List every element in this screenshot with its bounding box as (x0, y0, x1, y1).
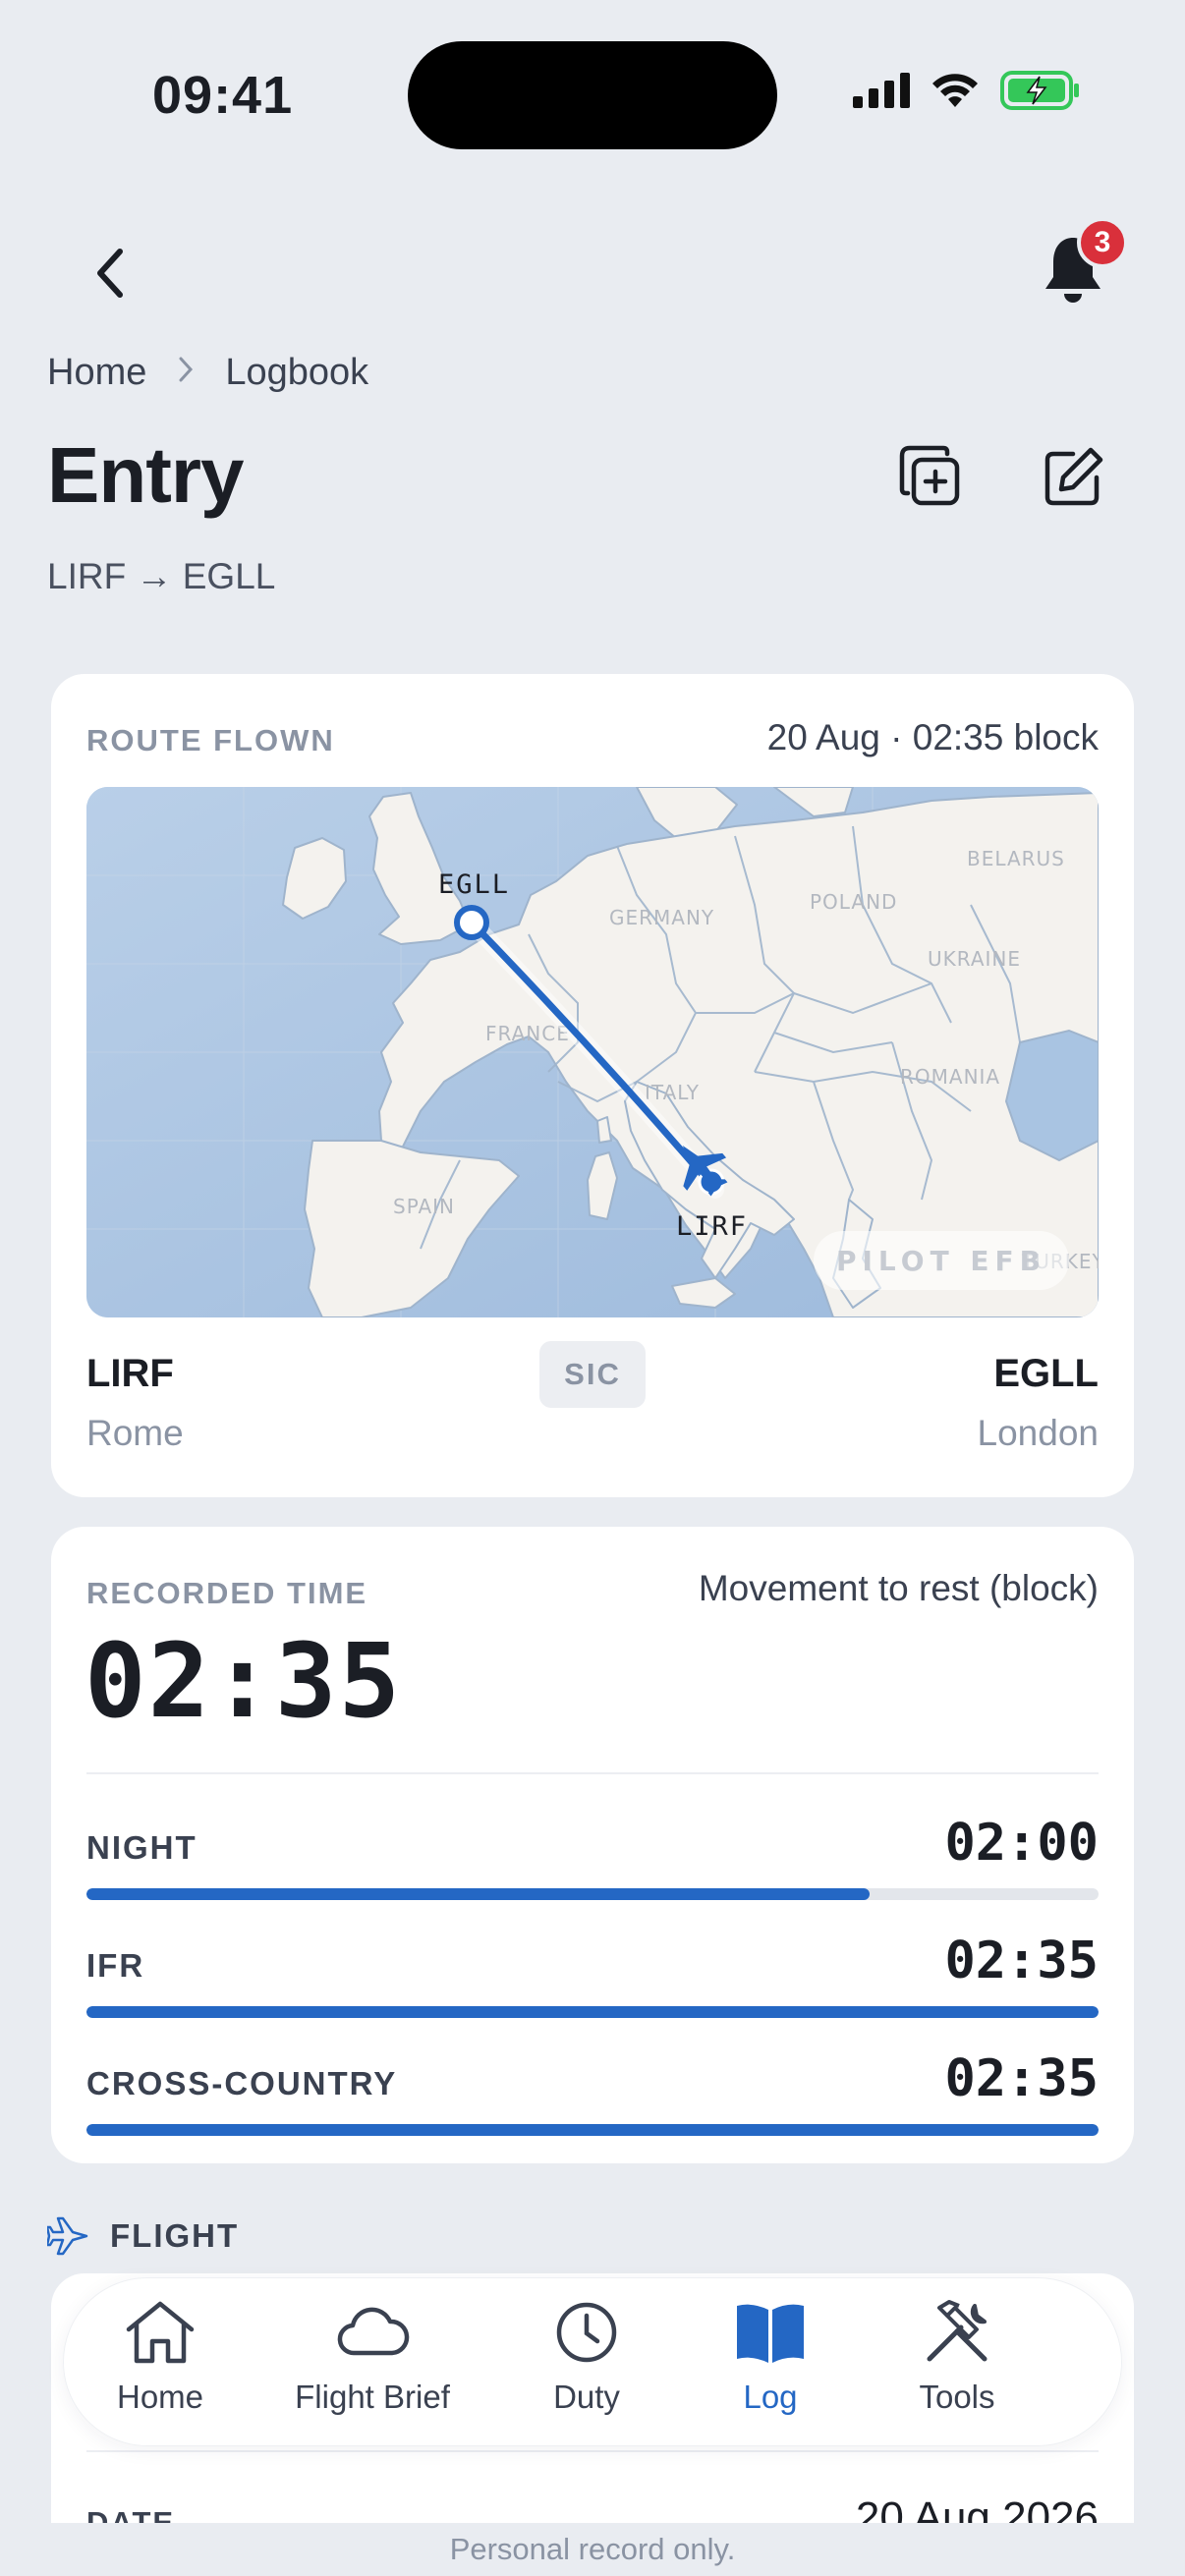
route-subtitle: LIRF → EGLL (47, 556, 276, 596)
stat-bar-fill (86, 1888, 871, 1900)
map-label-spain: SPAIN (393, 1195, 455, 1218)
edit-icon (1044, 447, 1103, 506)
duplicate-button[interactable] (898, 444, 965, 511)
destination-marker (454, 905, 489, 940)
stat-label: NIGHT (86, 1829, 198, 1866)
stat-label: IFR (86, 1947, 145, 1984)
tab-tools[interactable]: Tools (864, 2298, 1050, 2436)
tab-home[interactable]: Home (67, 2298, 254, 2436)
recorded-time-meta: Movement to rest (block) (698, 1568, 1099, 1608)
map-label-belarus: BELARUS (967, 847, 1065, 870)
time-divider (86, 1772, 1099, 1774)
total-time: 02:35 (85, 1621, 403, 1741)
signal-icon (853, 73, 910, 108)
status-bar: 09:41 (0, 0, 1185, 187)
page-title: Entry (47, 431, 244, 519)
tab-label: Duty (553, 2379, 620, 2415)
dynamic-island (408, 41, 777, 149)
route-map[interactable]: GERMANY POLAND BELARUS UKRAINE FRANCE IT… (86, 787, 1099, 1317)
map-watermark: PILOT EFB (836, 1245, 1046, 1277)
stat-value: 02:00 (944, 1814, 1099, 1873)
footer-note: Personal record only. (0, 2523, 1185, 2576)
map-label-germany: GERMANY (609, 906, 714, 929)
wifi-icon (932, 74, 978, 107)
stat-bar-track (86, 2006, 1099, 2018)
tab-label: Home (116, 2379, 204, 2415)
map-label-romania: ROMANIA (900, 1065, 1000, 1089)
stat-cross-country: CROSS-COUNTRY 02:35 (86, 2044, 1099, 2142)
tab-flight-brief[interactable]: Flight Brief (279, 2298, 466, 2436)
cloud-icon (337, 2307, 410, 2356)
tab-bar: Home Flight Brief Duty Log Tools (63, 2277, 1122, 2446)
tab-label: Flight Brief (295, 2379, 450, 2415)
plane-icon (47, 2216, 88, 2256)
breadcrumb: Home Logbook (47, 352, 368, 394)
chevron-left-icon (97, 249, 123, 298)
map-label-egll: EGLL (438, 869, 510, 900)
route-card: ROUTE FLOWN 20 Aug · 02:35 block GERMANY… (51, 674, 1134, 1497)
recorded-time-label: RECORDED TIME (86, 1576, 368, 1610)
destination-city: London (977, 1413, 1099, 1453)
home-icon (126, 2301, 195, 2364)
map-label-italy: ITALY (645, 1081, 700, 1104)
duplicate-icon (899, 445, 960, 506)
route-card-label: ROUTE FLOWN (86, 723, 335, 757)
map-label-lirf: LIRF (676, 1211, 748, 1242)
route-map-svg: GERMANY POLAND BELARUS UKRAINE FRANCE IT… (86, 787, 1099, 1317)
clock-icon (556, 2302, 617, 2363)
flight-section-header: FLIGHT (47, 2216, 239, 2256)
stat-ifr: IFR 02:35 (86, 1926, 1099, 2024)
route-card-meta: 20 Aug · 02:35 block (766, 717, 1099, 757)
status-icons (853, 71, 1081, 110)
stat-night: NIGHT 02:00 (86, 1808, 1099, 1906)
breadcrumb-logbook[interactable]: Logbook (225, 352, 368, 394)
recorded-time-card: RECORDED TIME Movement to rest (block) 0… (51, 1527, 1134, 2163)
book-icon (737, 2304, 804, 2363)
role-badge: SIC (539, 1341, 646, 1408)
chevron-right-icon (178, 354, 194, 392)
tools-icon (927, 2300, 988, 2362)
battery-icon (1000, 71, 1079, 110)
stat-bar-fill (86, 2124, 1099, 2136)
stat-value: 02:35 (944, 1932, 1099, 1990)
stat-value: 02:35 (944, 2049, 1099, 2108)
stat-bar-track (86, 1888, 1099, 1900)
stat-bar-track (86, 2124, 1099, 2136)
origin-city: Rome (86, 1413, 184, 1453)
destination-code: EGLL (993, 1352, 1099, 1395)
origin-code: LIRF (86, 1352, 174, 1395)
stat-label: CROSS-COUNTRY (86, 2065, 398, 2101)
back-button[interactable] (88, 244, 132, 303)
status-time: 09:41 (152, 66, 294, 125)
tab-duty[interactable]: Duty (493, 2298, 680, 2436)
map-label-ukraine: UKRAINE (928, 947, 1021, 971)
tab-label: Log (743, 2379, 798, 2415)
flight-section-title: FLIGHT (110, 2217, 240, 2254)
tab-log[interactable]: Log (677, 2298, 864, 2436)
stat-bar-fill (86, 2006, 1099, 2018)
flight-divider (86, 2450, 1099, 2452)
notification-badge: 3 (1077, 217, 1128, 268)
breadcrumb-home[interactable]: Home (47, 352, 146, 394)
tab-label: Tools (919, 2379, 995, 2415)
map-label-poland: POLAND (810, 890, 897, 914)
edit-button[interactable] (1040, 444, 1106, 511)
